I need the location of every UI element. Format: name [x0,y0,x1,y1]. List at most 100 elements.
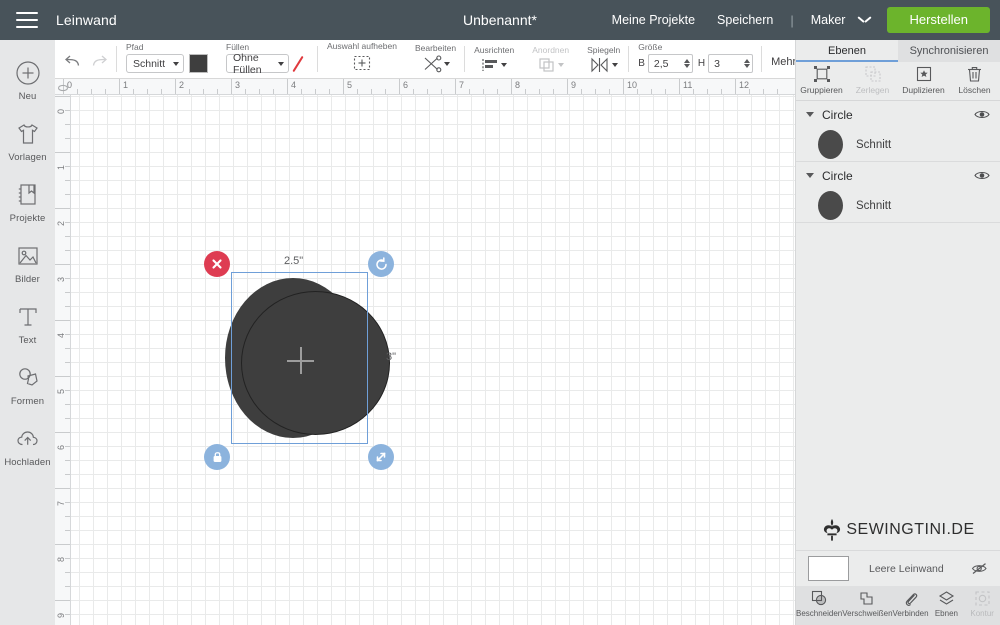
design-canvas[interactable]: 2.5" 3" 100% [71,95,795,625]
weld-button[interactable]: Verschweißen [842,590,893,618]
no-fill-icon[interactable] [294,54,309,73]
rail-item-text[interactable]: Text [0,294,55,355]
tab-synchronisieren[interactable]: Synchronisieren [898,40,1000,62]
contour-button[interactable]: Kontur [964,590,1000,618]
layer-header[interactable]: Circle [796,101,1000,128]
edit-menu-button[interactable] [422,55,450,73]
layer-thumbnail [818,130,843,159]
canvas-label: Leinwand [56,12,117,28]
slice-icon [811,590,826,606]
height-label: H [697,58,706,69]
rail-item-neu[interactable]: Neu [0,50,55,111]
redo-arrow-icon[interactable] [91,54,108,68]
flip-label: Spiegeln [587,45,621,55]
undo-arrow-icon[interactable] [64,54,81,68]
eye-off-icon[interactable] [971,562,988,575]
path-color-swatch[interactable] [189,54,208,73]
contour-icon [975,591,990,606]
rail-item-hochladen[interactable]: Hochladen [0,416,55,477]
left-rail: Neu Vorlagen Projekte Bilder Text Formen… [0,40,55,625]
height-input[interactable]: 3 [708,54,754,73]
layers-list: Circle Schnitt Circle Schnitt [796,101,1000,510]
fill-group: Füllen Ohne Füllen [217,39,318,78]
ruler-tick-label: 6 [403,80,409,90]
width-stepper[interactable] [683,59,690,68]
history-group [55,39,117,78]
group-icon [813,66,830,82]
arrange-label: Anordnen [532,45,570,55]
book-icon [14,181,42,209]
canvas-row[interactable]: Leere Leinwand [796,550,1000,586]
crosshair-icon [287,347,314,374]
right-panel: Ebenen Synchronisieren Gruppieren Zerleg… [795,40,1000,625]
rail-item-formen[interactable]: Formen [0,355,55,416]
slice-button[interactable]: Beschneiden [796,590,842,618]
fleur-de-lis-icon [824,519,841,541]
rotate-icon [375,256,387,270]
fill-select[interactable]: Ohne Füllen [226,52,289,76]
eye-icon[interactable] [974,170,990,181]
attach-button[interactable]: Verbinden [893,590,929,618]
layer-child-label: Schnitt [856,199,892,212]
flip-group: Spiegeln [578,39,630,78]
vertical-ruler[interactable]: 0123456789 [55,95,71,625]
layer-group: Circle Schnitt [796,162,1000,223]
caret-down-icon[interactable] [806,112,814,117]
ruler-major-tick [175,79,176,94]
ruler-tick-label: 7 [459,80,465,90]
layer-title: Circle [822,107,853,122]
dashed-plus-icon[interactable] [352,53,372,73]
horizontal-ruler[interactable]: 0 1 2 3 4 5 6 7 8 9 10 11 12 [55,79,795,95]
save-button[interactable]: Speichern [706,13,784,27]
scissors-icon [424,55,441,73]
shape-ellipse-front[interactable] [241,291,390,435]
delete-button[interactable]: Löschen [949,65,1000,95]
duplicate-label: Duplizieren [902,85,945,95]
ruler-major-tick [287,79,288,94]
make-it-button[interactable]: Herstellen [887,7,990,33]
caret-down-icon[interactable] [806,173,814,178]
ruler-major-tick [55,264,70,265]
tab-ebenen[interactable]: Ebenen [796,40,898,62]
flatten-button[interactable]: Ebnen [929,590,965,618]
ungroup-button[interactable]: Zerlegen [847,65,898,95]
hamburger-menu-icon[interactable] [16,12,38,28]
group-button[interactable]: Gruppieren [796,65,847,95]
ruler-tick-label: 12 [739,80,750,90]
arrange-menu-button[interactable] [538,57,564,73]
rail-item-projekte[interactable]: Projekte [0,172,55,233]
ruler-major-tick [455,79,456,94]
rail-item-vorlagen[interactable]: Vorlagen [0,111,55,172]
path-group: Pfad Schnitt [117,39,217,78]
path-select[interactable]: Schnitt [126,54,184,73]
ruler-major-tick [119,79,120,94]
eye-icon[interactable] [974,109,990,120]
lock-handle[interactable] [204,444,230,470]
trash-icon [968,67,981,82]
ruler-major-tick [231,79,232,94]
ruler-unit-icon[interactable] [57,81,69,93]
ruler-major-tick [55,600,70,601]
my-projects-link[interactable]: Meine Projekte [601,13,706,27]
layer-title: Circle [822,168,853,183]
rotate-handle[interactable] [368,251,394,277]
edit-toolbar: Pfad Schnitt Füllen Ohne Füllen Auswahl … [55,39,806,90]
deselect-group: Auswahl aufheben [318,39,406,78]
flip-menu-button[interactable] [590,57,618,73]
duplicate-button[interactable]: Duplizieren [898,65,949,95]
rail-item-bilder[interactable]: Bilder [0,233,55,294]
canvas-color-swatch[interactable] [808,556,849,581]
align-menu-button[interactable] [481,57,508,73]
machine-selector[interactable]: Maker [800,13,851,27]
ruler-tick-label: 4 [291,80,297,90]
shapes-icon [14,364,42,392]
chevron-down-icon[interactable] [858,16,871,24]
layer-child[interactable]: Schnitt [796,128,1000,161]
edit-label: Bearbeiten [414,43,457,53]
layer-header[interactable]: Circle [796,162,1000,189]
delete-handle[interactable] [204,251,230,277]
height-stepper[interactable] [744,59,751,68]
resize-handle[interactable] [368,444,394,470]
width-input[interactable]: 2,5 [647,54,693,73]
layer-child[interactable]: Schnitt [796,189,1000,222]
